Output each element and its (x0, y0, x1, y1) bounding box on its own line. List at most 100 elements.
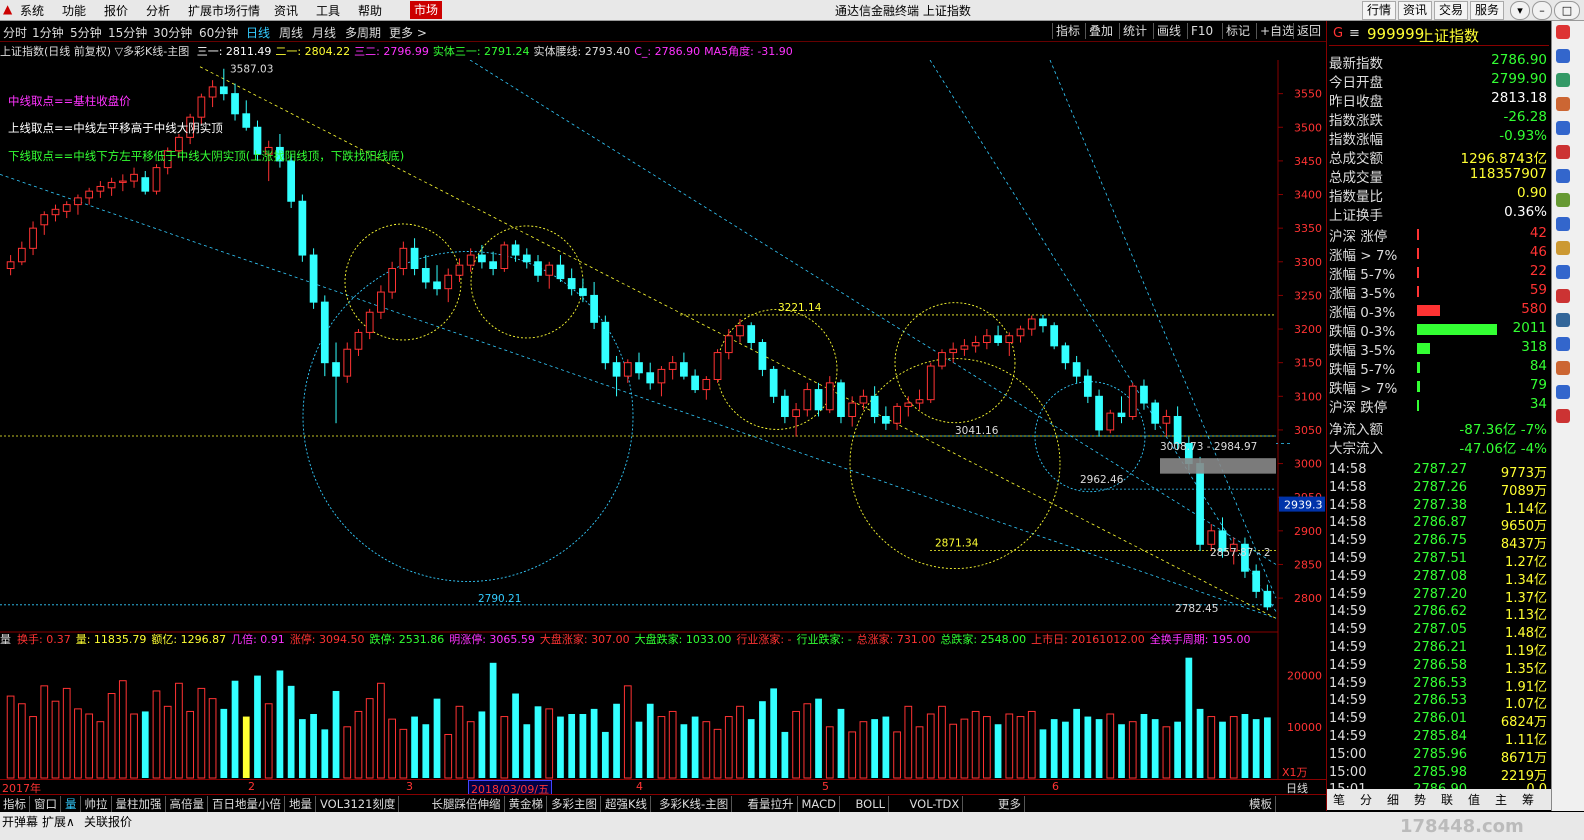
panel-tab-detail[interactable]: 细 (1387, 791, 1399, 808)
kline-chart[interactable]: 3550 3500 3450 3400 3350 3300 3250 3200 3150 3100… (0, 60, 1326, 780)
menu-system[interactable]: 系统 (20, 2, 44, 19)
period-multi[interactable]: 多周期 (345, 24, 381, 41)
candle-body (680, 362, 688, 377)
menu-help[interactable]: 帮助 (358, 2, 382, 19)
indicator-tab-11[interactable]: 多彩主图 (548, 796, 601, 812)
toggle-danmaku[interactable]: 开弹幕 (2, 813, 38, 830)
price-label: 3041.16 (955, 425, 999, 437)
minimize-icon[interactable]: – (1532, 1, 1552, 20)
panel-tab-value[interactable]: 值 (1468, 791, 1480, 808)
period-intraday[interactable]: 分时 (3, 24, 27, 41)
menu-news[interactable]: 资讯 (274, 2, 298, 19)
top-button-service[interactable]: 服务 (1470, 1, 1505, 20)
volume-bar (1073, 708, 1080, 778)
toolbar-icon-15[interactable] (1556, 361, 1570, 375)
panel-tab-trades[interactable]: 笔 (1333, 791, 1345, 808)
toolbar-icon-14[interactable] (1556, 337, 1570, 351)
indicator-tab-6[interactable]: 百日地量小倍 (209, 796, 285, 812)
toolbar-icon-4[interactable] (1556, 97, 1570, 111)
indicator-tab-0[interactable]: 指标 (0, 796, 30, 812)
indicator-tab-12[interactable]: 超强K线 (602, 796, 652, 812)
tick-price: 2785.84 (1413, 729, 1467, 744)
period-5min[interactable]: 5分钟 (70, 24, 102, 41)
breadth-label: 涨幅 3-5% (1329, 286, 1396, 302)
toolbar-icon-2[interactable] (1556, 49, 1570, 63)
tool-f10[interactable]: F10 (1187, 23, 1216, 39)
indicator-tab-5[interactable]: 高倍量 (167, 796, 208, 812)
panel-tab-trend[interactable]: 势 (1414, 791, 1426, 808)
tool-mark[interactable]: 标记 (1222, 23, 1253, 39)
tool-back[interactable]: 返回 (1293, 23, 1324, 39)
panel-tab-chips[interactable]: 筹 (1522, 791, 1534, 808)
period-15min[interactable]: 15分钟 (108, 24, 147, 41)
toolbar-icon-7[interactable] (1556, 169, 1570, 183)
tick-row: 14:59 2785.84 1.11亿 (1329, 729, 1549, 748)
indicator-tab-13[interactable]: 多彩K线-主图 (656, 796, 733, 812)
volume-bar (1062, 721, 1069, 778)
candle (567, 268, 576, 296)
indicator-tab-16[interactable]: BOLL (853, 796, 890, 812)
period-60min[interactable]: 60分钟 (199, 24, 238, 41)
indicator-tab-8[interactable]: VOL3121刻度 (317, 796, 400, 812)
menu-tools[interactable]: 工具 (316, 2, 340, 19)
period-monthly[interactable]: 月线 (312, 24, 336, 41)
toolbar-icon-16[interactable] (1556, 385, 1570, 399)
tool-overlay[interactable]: 叠加 (1085, 23, 1116, 39)
maximize-icon[interactable]: □ (1554, 1, 1580, 20)
tool-indicator[interactable]: 指标 (1052, 23, 1083, 39)
candle-body (1128, 385, 1137, 417)
toolbar-icon-3[interactable] (1556, 73, 1570, 87)
menu-extended-market[interactable]: 扩展市场行情 (188, 2, 260, 19)
panel-tab-minute[interactable]: 分 (1360, 791, 1372, 808)
toolbar-icon-8[interactable] (1556, 193, 1570, 207)
related-quote[interactable]: 关联报价 (84, 813, 132, 830)
menu-market[interactable]: 市场 (410, 1, 443, 19)
toolbar-icon-11[interactable] (1556, 265, 1570, 279)
menu-function[interactable]: 功能 (62, 2, 86, 19)
top-button-trade[interactable]: 交易 (1434, 1, 1469, 20)
panel-tab-main[interactable]: 主 (1495, 791, 1507, 808)
candle-body (579, 288, 587, 296)
toolbar-icon-6[interactable] (1556, 145, 1570, 159)
indicator-tab-14[interactable]: 看量拉升 (745, 796, 798, 812)
panel-tab-linked[interactable]: 联 (1441, 791, 1453, 808)
indicator-tab-3[interactable]: 帅拉 (82, 796, 112, 812)
period-weekly[interactable]: 周线 (279, 24, 303, 41)
indicator-tab-1[interactable]: 窗口 (31, 796, 61, 812)
toolbar-icon-1[interactable] (1556, 25, 1570, 39)
indicator-tab-4[interactable]: 量柱加强 (113, 796, 166, 812)
candle-body (556, 264, 565, 280)
toolbar-icon-9[interactable] (1556, 217, 1570, 231)
candle (825, 376, 834, 414)
toggle-extend[interactable]: 扩展∧ (42, 813, 75, 830)
toolbar-icon-10[interactable] (1556, 241, 1570, 255)
tool-draw-line[interactable]: 画线 (1153, 23, 1184, 39)
indicator-tab-7[interactable]: 地量 (286, 796, 316, 812)
period-more[interactable]: 更多 > (389, 24, 427, 41)
menu-quote[interactable]: 报价 (104, 2, 128, 19)
menu-icon[interactable]: ≡ (1349, 26, 1360, 41)
period-1min[interactable]: 1分钟 (32, 24, 64, 41)
top-button-news[interactable]: 资讯 (1398, 1, 1433, 20)
top-button-quote[interactable]: 行情 (1362, 1, 1397, 20)
menu-analysis[interactable]: 分析 (146, 2, 170, 19)
menu-dropdown-icon[interactable]: ▾ (1510, 1, 1530, 20)
tool-statistics[interactable]: 统计 (1119, 23, 1150, 39)
toolbar-icon-13[interactable] (1556, 313, 1570, 327)
tool-add-watchlist[interactable]: +自选 (1256, 23, 1297, 39)
toolbar-icon-12[interactable] (1556, 289, 1570, 303)
period-daily[interactable]: 日线 (246, 24, 270, 41)
indicator-tab-10[interactable]: 黄金梯 (506, 796, 547, 812)
indicator-tab-18[interactable]: 更多 (995, 796, 1025, 812)
toolbar-icon-5[interactable] (1556, 121, 1570, 135)
price-tick-label: 3300 (1294, 256, 1322, 269)
tick-time: 14:59 (1329, 604, 1367, 620)
toolbar-icon-17[interactable] (1556, 409, 1570, 423)
tick-time: 14:59 (1329, 711, 1367, 727)
template-tab[interactable]: 模板 (1246, 796, 1276, 812)
period-30min[interactable]: 30分钟 (153, 24, 192, 41)
indicator-tab-17[interactable]: VOL-TDX (907, 796, 964, 812)
indicator-tab-2[interactable]: 量 (62, 796, 81, 812)
indicator-tab-9[interactable]: 长腿踩倍伸缩 (429, 796, 505, 812)
indicator-tab-15[interactable]: MACD (799, 796, 840, 812)
